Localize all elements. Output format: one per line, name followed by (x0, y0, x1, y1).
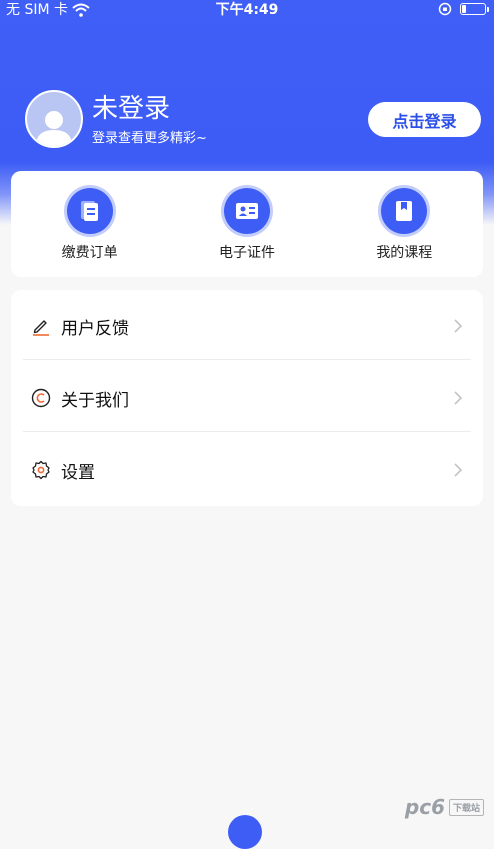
book-icon (381, 188, 428, 234)
id-card-icon (223, 188, 270, 234)
menu-divider (23, 431, 471, 432)
profile-name: 未登录 (92, 93, 171, 124)
battery-icon (460, 3, 489, 15)
profile-subtitle: 登录查看更多精彩~ (92, 130, 207, 146)
menu-divider (23, 359, 471, 360)
menu-item-feedback[interactable]: 用户反馈 (11, 290, 483, 362)
pencil-icon (30, 315, 52, 337)
menu-card: 用户反馈 关于我们 设置 (11, 290, 483, 506)
watermark-text: pc6 (404, 795, 445, 819)
status-time: 下午4:49 (215, 2, 279, 18)
gear-icon (30, 459, 52, 481)
chevron-right-icon (454, 463, 463, 477)
user-avatar-icon[interactable] (25, 90, 83, 148)
orientation-lock-icon (438, 2, 452, 16)
watermark-badge: 下载站 (448, 798, 484, 816)
menu-item-settings[interactable]: 设置 (11, 434, 483, 506)
bottom-tab-indicator[interactable] (228, 815, 262, 849)
copyright-icon (30, 387, 52, 409)
profile-text: 未登录 登录查看更多精彩~ (92, 93, 207, 146)
quick-action-orders[interactable]: 缴费订单 (11, 171, 168, 277)
menu-item-about[interactable]: 关于我们 (11, 362, 483, 434)
chevron-right-icon (454, 391, 463, 405)
menu-item-label: 设置 (61, 462, 95, 483)
document-icon (66, 188, 113, 234)
status-bar: 无 SIM 卡 下午4:49 (0, 0, 494, 20)
menu-item-label: 用户反馈 (61, 318, 129, 339)
quick-action-label: 我的课程 (376, 245, 433, 261)
login-button[interactable]: 点击登录 (368, 102, 481, 137)
menu-item-label: 关于我们 (61, 390, 129, 411)
status-right (438, 2, 489, 16)
quick-action-id-card[interactable]: 电子证件 (168, 171, 325, 277)
quick-action-courses[interactable]: 我的课程 (326, 171, 483, 277)
battery-level (462, 5, 466, 13)
quick-action-label: 缴费订单 (61, 245, 118, 261)
quick-actions-card: 缴费订单 电子证件 我的课程 (11, 171, 483, 277)
profile-section[interactable]: 未登录 登录查看更多精彩~ (25, 90, 207, 148)
quick-action-label: 电子证件 (218, 245, 275, 261)
watermark: pc6 下载站 (405, 795, 484, 819)
chevron-right-icon (454, 319, 463, 333)
